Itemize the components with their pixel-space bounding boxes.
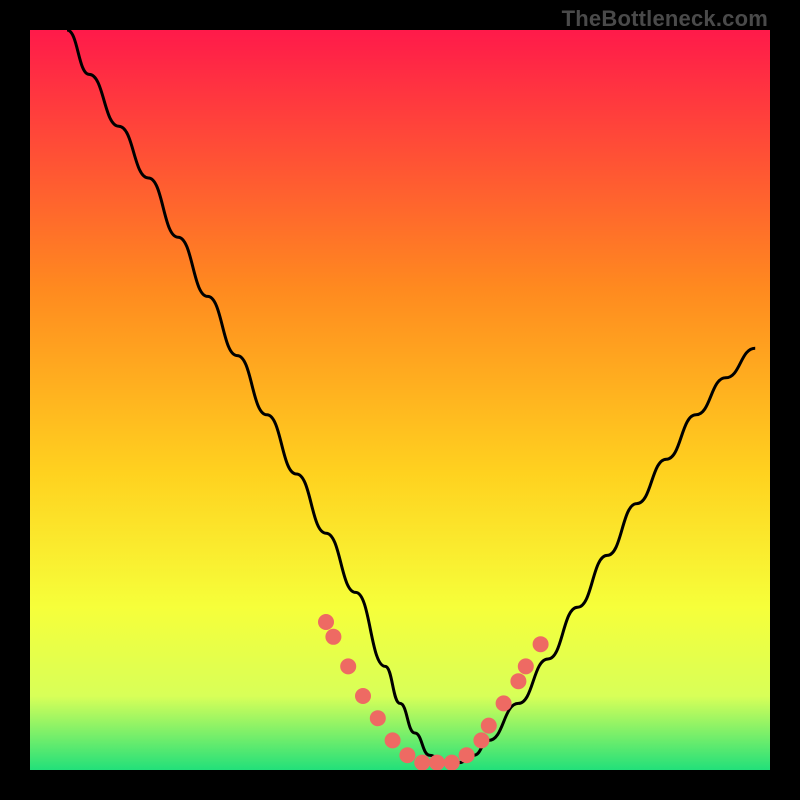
highlight-dot: [429, 755, 445, 770]
highlight-dot: [385, 732, 401, 748]
highlight-dot: [414, 755, 430, 770]
highlight-dot: [459, 747, 475, 763]
gradient-background: [30, 30, 770, 770]
highlight-dot: [355, 688, 371, 704]
highlight-dot: [444, 755, 460, 770]
highlight-dot: [510, 673, 526, 689]
watermark-text: TheBottleneck.com: [562, 6, 768, 32]
highlight-dot: [496, 695, 512, 711]
highlight-dot: [318, 614, 334, 630]
chart-frame: [30, 30, 770, 770]
highlight-dot: [518, 658, 534, 674]
highlight-dot: [340, 658, 356, 674]
highlight-dot: [399, 747, 415, 763]
highlight-dot: [473, 732, 489, 748]
bottleneck-chart: [30, 30, 770, 770]
highlight-dot: [325, 629, 341, 645]
highlight-dot: [533, 636, 549, 652]
highlight-dot: [370, 710, 386, 726]
highlight-dot: [481, 718, 497, 734]
